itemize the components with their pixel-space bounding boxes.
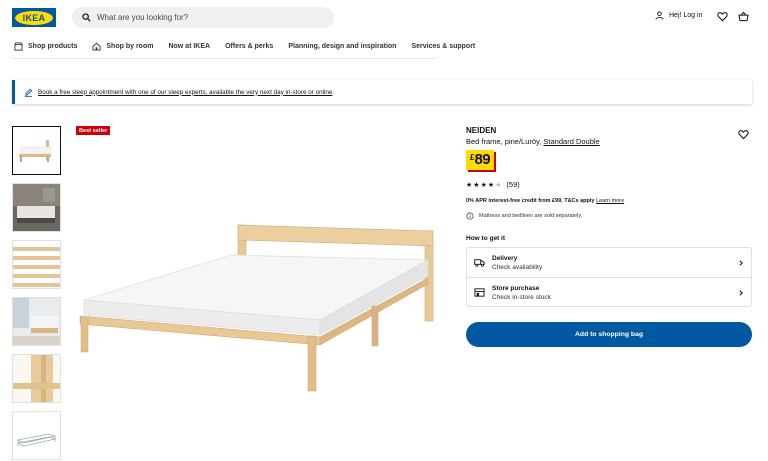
nav-divider — [12, 58, 436, 59]
star-icon: ★ — [466, 181, 473, 189]
best-seller-badge: Best seller — [76, 126, 111, 135]
favourite-heart-icon[interactable] — [738, 129, 749, 140]
nav-label: Offers & perks — [225, 43, 274, 50]
store-title: Store purchase — [492, 284, 540, 292]
nav-offers[interactable]: Offers & perks — [225, 42, 273, 51]
bed-frame-image — [79, 224, 434, 392]
star-icon: ★ — [480, 181, 487, 189]
how-to-get-heading: How to get it — [466, 235, 505, 242]
add-to-bag-button[interactable]: Add to shopping bag — [466, 322, 752, 347]
nav-label: Services & support — [411, 43, 476, 50]
nav-label: Now at IKEA — [168, 43, 211, 50]
star-empty-icon: ★ — [495, 181, 502, 189]
home-icon — [92, 42, 101, 51]
nav-label: Shop products — [28, 43, 78, 50]
size-link[interactable]: Standard Double — [543, 137, 599, 146]
product-name: NEIDEN — [466, 126, 497, 135]
chevron-right-icon — [739, 289, 743, 296]
shop-icon — [14, 42, 23, 51]
sleep-appointment-banner[interactable]: Book a free sleep appointment with one o… — [12, 80, 752, 104]
headboard-thumb-image — [13, 355, 60, 402]
delivery-subtitle: Check availability — [492, 263, 543, 271]
nav-label: Planning, design and inspiration — [288, 43, 397, 50]
bedroom-thumb-image — [13, 184, 60, 231]
search-input[interactable] — [97, 13, 317, 22]
credit-text: 0% APR interest-free credit from £99, T&… — [466, 198, 595, 204]
nav-shop-by-room[interactable]: Shop by room — [92, 42, 153, 51]
product-description: Bed frame, pine/Luröy, Standard Double — [466, 137, 600, 146]
banner-link[interactable]: Book a free sleep appointment with one o… — [38, 89, 332, 96]
delivery-title: Delivery — [492, 254, 518, 262]
bed-thumb-image — [13, 127, 60, 174]
info-icon — [466, 212, 474, 220]
price-tag: £ 89 — [466, 150, 495, 170]
nav-now-at-ikea[interactable]: Now at IKEA — [168, 42, 210, 51]
login-label: Hej! Log in — [669, 12, 703, 19]
star-icon: ★ — [487, 181, 495, 189]
nav-shop-products[interactable]: Shop products — [14, 42, 77, 51]
rating-count: (59) — [506, 180, 520, 189]
search-bar[interactable] — [72, 7, 334, 28]
learn-more-link[interactable]: Learn more — [596, 198, 624, 204]
chevron-right-icon — [739, 259, 743, 266]
fulfilment-options: Delivery Check availability Store purcha… — [466, 247, 752, 307]
star-icon: ★ — [473, 181, 480, 189]
heart-icon[interactable] — [717, 11, 728, 22]
user-icon — [655, 11, 664, 20]
line-drawing-thumb-image — [13, 412, 60, 459]
store-icon — [474, 288, 485, 297]
thumbnail-3[interactable] — [12, 240, 61, 289]
thumbnail-4[interactable] — [12, 297, 61, 346]
logo-text: IKEA — [22, 12, 46, 23]
nav-label: Shop by room — [106, 43, 154, 50]
login-link[interactable]: Hej! Log in — [655, 11, 702, 20]
room-thumb-image — [13, 298, 60, 345]
truck-icon — [474, 259, 485, 267]
product-rating[interactable]: ★ ★ ★ ★ ★ (59) — [466, 180, 520, 189]
shopping-bag-icon[interactable] — [738, 11, 749, 22]
ikea-logo[interactable]: IKEA — [12, 8, 56, 27]
delivery-option[interactable]: Delivery Check availability — [467, 248, 753, 277]
store-purchase-option[interactable]: Store purchase Check in-store stock — [467, 278, 753, 307]
thumbnail-2[interactable] — [12, 183, 61, 232]
nav-planning[interactable]: Planning, design and inspiration — [288, 42, 396, 51]
logo-oval: IKEA — [15, 10, 53, 25]
main-nav: Shop products Shop by room Now at IKEA O… — [14, 42, 490, 51]
product-type: Bed frame, pine/Luröy, — [466, 137, 542, 146]
pencil-icon — [24, 88, 33, 97]
credit-info: 0% APR interest-free credit from £99, T&… — [466, 198, 624, 204]
nav-services[interactable]: Services & support — [411, 42, 475, 51]
sold-separately-note: Mattress and bedlinen are sold separatel… — [466, 212, 582, 220]
note-text: Mattress and bedlinen are sold separatel… — [479, 213, 583, 219]
thumbnail-5[interactable] — [12, 354, 61, 403]
search-icon — [82, 13, 91, 22]
price-amount: 89 — [474, 151, 491, 168]
store-subtitle: Check in-store stock — [492, 293, 551, 301]
thumbnail-6[interactable] — [12, 411, 61, 460]
slats-thumb-image — [13, 241, 60, 288]
thumbnail-1[interactable] — [12, 126, 61, 175]
